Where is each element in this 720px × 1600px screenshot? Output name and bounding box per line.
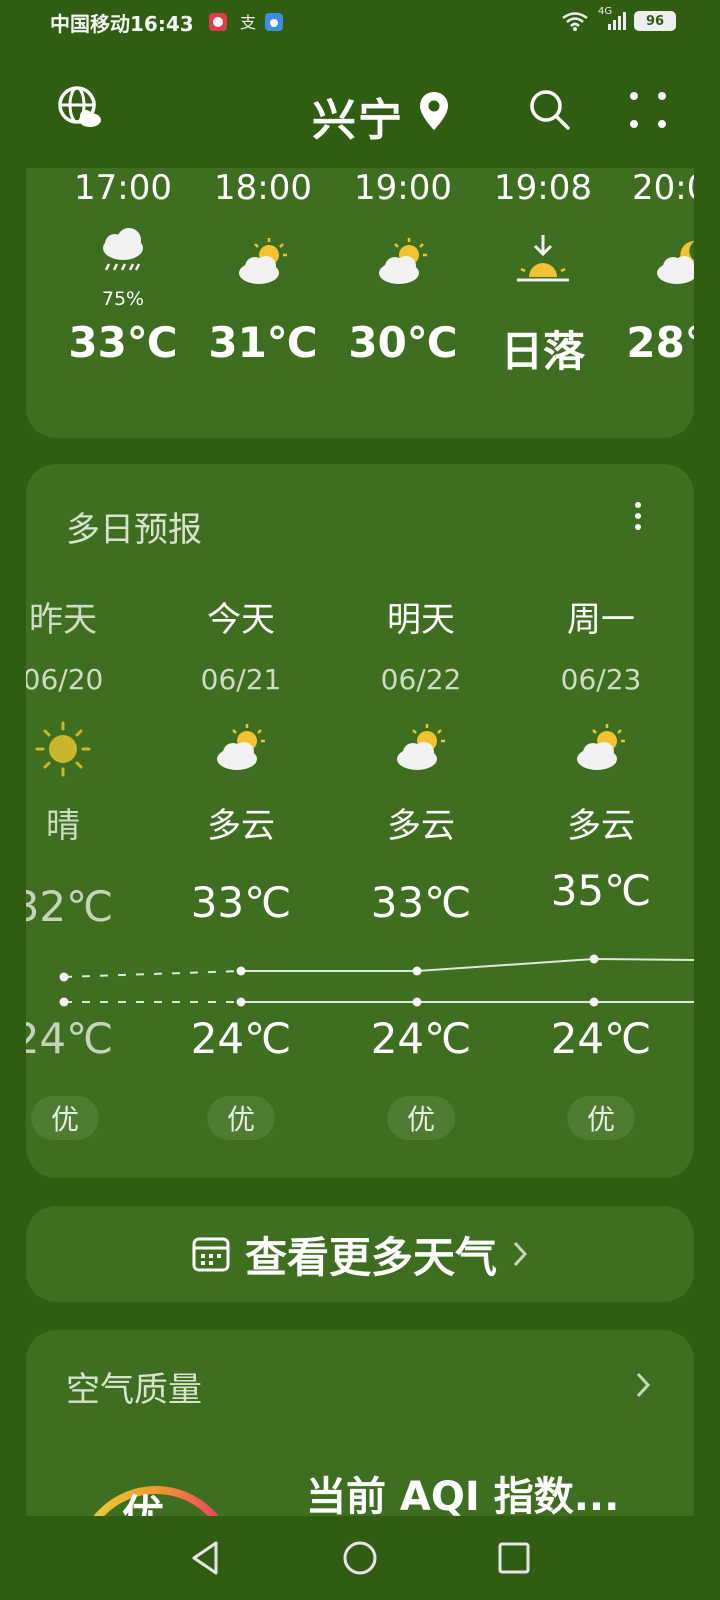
- high-temp-point: [236, 966, 246, 976]
- hourly-forecast-card[interactable]: 17:00 75% 33℃ 18:00 31℃ 19:00 30℃ 19:08 …: [26, 168, 694, 438]
- sunset-icon: [517, 235, 569, 282]
- carrier-time: 中国移动16:43: [50, 12, 194, 36]
- low-temperature: 24℃: [550, 1014, 652, 1063]
- day-column[interactable]: 周一 06/23 多云: [526, 592, 676, 847]
- search-icon[interactable]: [528, 88, 572, 132]
- day-date: 06/20: [26, 663, 104, 696]
- partly-cloudy-icon: [217, 724, 265, 770]
- hourly-item: 17:00 75% 33℃: [58, 168, 188, 367]
- moon-cloud-icon: [657, 241, 694, 284]
- hour-temperature: 33℃: [68, 318, 178, 367]
- hourly-item: 19:00 30℃: [338, 168, 468, 367]
- high-temp-point: [412, 966, 422, 976]
- partly-cloudy-icon: [239, 238, 287, 284]
- day-date: 06/21: [200, 663, 282, 696]
- multi-day-forecast-card[interactable]: 多日预报 昨天 06/20 晴 今天 06/21 多云 明天 06/22 多云 …: [26, 464, 694, 1178]
- location-pin-icon: [420, 92, 448, 130]
- aqi-badge: 优: [207, 1096, 275, 1140]
- aqi-summary: 当前 AQI 指数...: [306, 1474, 620, 1516]
- high-temp-point: [589, 954, 599, 964]
- more-weather-button[interactable]: 查看更多天气: [26, 1206, 694, 1302]
- hour-time: 19:08: [494, 168, 592, 208]
- day-condition: 多云: [207, 806, 275, 846]
- day-name: 明天: [387, 600, 455, 640]
- app-notification-icon: [209, 13, 227, 31]
- top-bar: 兴宁: [0, 66, 720, 146]
- partly-cloudy-icon: [379, 238, 427, 284]
- precipitation-percent: 75%: [101, 288, 145, 310]
- hour-time: 18:00: [214, 168, 312, 208]
- alipay-icon: 支: [240, 13, 256, 32]
- hourly-item: 18:00 31℃: [198, 168, 328, 367]
- hour-time: 17:00: [74, 168, 172, 208]
- hour-time: 19:00: [354, 168, 452, 208]
- sun-icon: [35, 721, 91, 777]
- day-condition: 多云: [387, 806, 455, 846]
- hour-temperature: 31℃: [208, 318, 318, 367]
- hour-temperature: 28℃: [626, 318, 694, 367]
- hourly-item: 20:00 28℃: [616, 168, 694, 367]
- chevron-right-icon[interactable]: [634, 1370, 652, 1400]
- low-temperature: 24℃: [190, 1014, 292, 1063]
- forecast-menu-icon[interactable]: [632, 500, 644, 532]
- calendar-icon: [192, 1237, 230, 1272]
- chevron-right-icon: [513, 1241, 528, 1267]
- day-column[interactable]: 明天 06/22 多云: [346, 592, 496, 847]
- day-column[interactable]: 今天 06/21 多云: [166, 592, 316, 847]
- day-name: 周一: [567, 600, 635, 640]
- high-temp-line: [593, 958, 694, 961]
- more-options-icon[interactable]: [626, 88, 670, 132]
- aqi-badge: 优: [31, 1096, 99, 1140]
- day-condition: 多云: [567, 806, 635, 846]
- rain-cloud-icon: [103, 228, 143, 271]
- high-temp-line: [63, 970, 242, 978]
- home-nav-icon[interactable]: [342, 1540, 378, 1576]
- hourly-item: 19:08 日落: [478, 168, 608, 379]
- back-nav-icon[interactable]: [188, 1540, 224, 1576]
- hour-temperature: 30℃: [348, 318, 458, 367]
- day-name: 今天: [207, 600, 275, 640]
- app-notification-icon-2: [265, 13, 283, 31]
- high-temp-line: [416, 958, 595, 972]
- status-bar: 中国移动16:43 支 4G 96: [0, 0, 720, 44]
- city-name[interactable]: 兴宁: [312, 84, 404, 148]
- air-quality-title: 空气质量: [66, 1370, 202, 1410]
- day-condition: 晴: [46, 806, 80, 846]
- low-temp-point: [412, 997, 422, 1007]
- high-temp-point: [59, 972, 69, 982]
- day-column[interactable]: 昨天 06/20 晴: [26, 592, 138, 847]
- recents-nav-icon[interactable]: [496, 1540, 532, 1576]
- forecast-title: 多日预报: [66, 510, 202, 550]
- aqi-gauge-label: 优: [122, 1491, 165, 1516]
- svg-text:支: 支: [240, 13, 256, 32]
- wifi-icon: [562, 12, 588, 31]
- navigation-bar: [0, 1516, 720, 1600]
- low-temp-point: [59, 997, 69, 1007]
- cellular-signal-icon: 4G: [598, 6, 626, 32]
- hour-temperature: 日落: [500, 327, 585, 376]
- low-temperature: 24℃: [370, 1014, 472, 1063]
- air-quality-card[interactable]: 空气质量 优 当前 AQI 指数...: [26, 1330, 694, 1516]
- hour-time: 20:00: [632, 168, 694, 208]
- low-temp-point: [236, 997, 246, 1007]
- low-temp-point: [589, 997, 599, 1007]
- partly-cloudy-icon: [397, 724, 445, 770]
- temperature-curves: [59, 954, 694, 1007]
- city-management-globe-icon[interactable]: [56, 84, 104, 132]
- day-name: 昨天: [29, 600, 97, 640]
- more-weather-label: 查看更多天气: [244, 1232, 497, 1282]
- day-date: 06/23: [560, 663, 642, 696]
- battery-indicator: 96: [634, 11, 676, 31]
- low-temperature: 24℃: [26, 1014, 114, 1063]
- day-date: 06/22: [380, 663, 462, 696]
- aqi-badge: 优: [567, 1096, 635, 1140]
- aqi-badge: 优: [387, 1096, 455, 1140]
- partly-cloudy-icon: [577, 724, 625, 770]
